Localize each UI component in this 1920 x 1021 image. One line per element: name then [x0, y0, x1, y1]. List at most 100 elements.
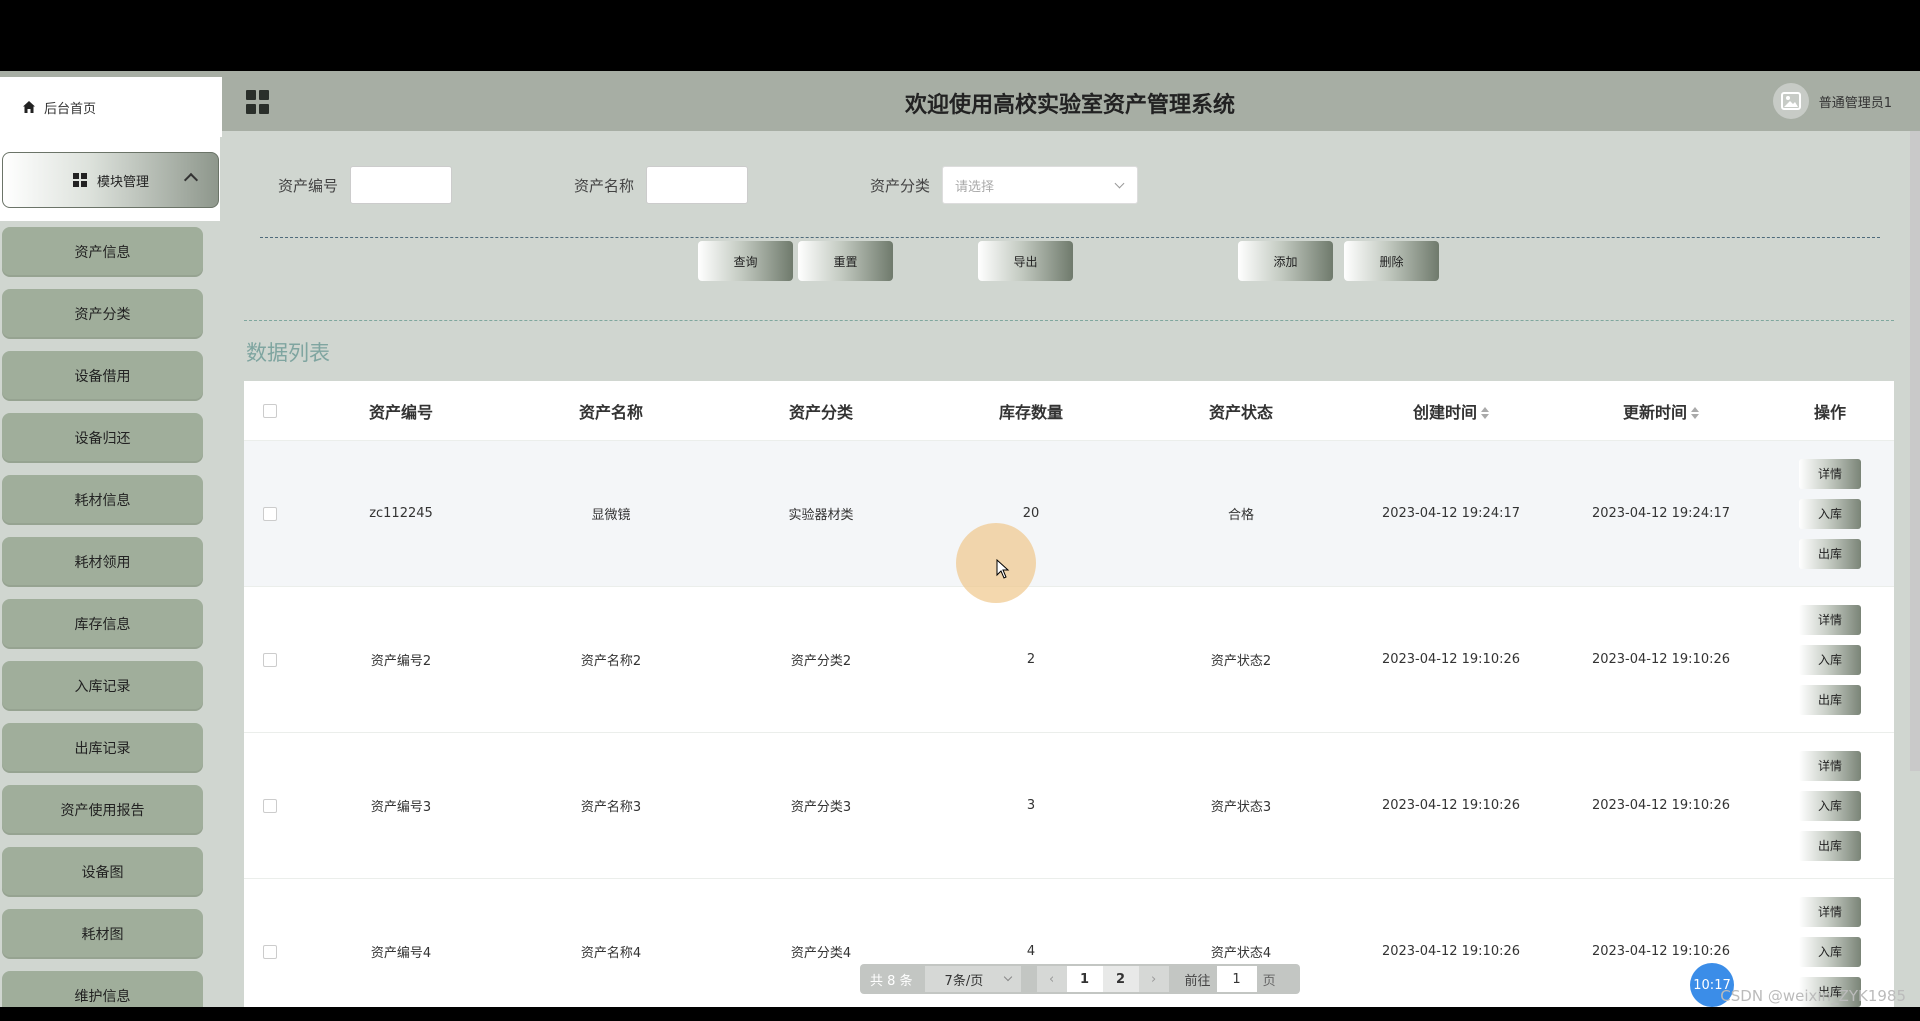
stock-out-button[interactable]: 出库	[1799, 684, 1861, 715]
sidebar-item-stock-in[interactable]: 入库记录	[2, 661, 203, 711]
sidebar-item-maintenance[interactable]: 维护信息	[2, 971, 203, 1007]
stock-in-button[interactable]: 入库	[1799, 936, 1861, 967]
sidebar-item-consumable-chart[interactable]: 耗材图	[2, 909, 203, 959]
header-created[interactable]: 创建时间	[1346, 399, 1556, 423]
category-label: 资产分类	[870, 176, 931, 195]
cell-asset-name: 显微镜	[591, 508, 631, 523]
cell-asset-no: 资产编号3	[370, 800, 432, 815]
detail-button[interactable]: 详情	[1799, 604, 1861, 635]
sidebar-item-device-borrow[interactable]: 设备借用	[2, 351, 203, 401]
select-all-checkbox[interactable]	[263, 403, 277, 418]
cell-updated: 2023-04-12 19:10:26	[1591, 944, 1731, 959]
sidebar-item-asset-info[interactable]: 资产信息	[2, 227, 203, 277]
sidebar-item-stock-out[interactable]: 出库记录	[2, 723, 203, 773]
home-link[interactable]: 后台首页	[0, 77, 222, 137]
sidebar-item-consumable-use[interactable]: 耗材领用	[2, 537, 203, 587]
header-created-label: 创建时间	[1412, 402, 1477, 422]
sidebar-item-device-return[interactable]: 设备归还	[2, 413, 203, 463]
cell-status: 资产状态2	[1210, 654, 1272, 669]
add-button[interactable]: 添加	[1238, 241, 1333, 281]
stock-out-button[interactable]: 出库	[1799, 538, 1861, 569]
cell-qty: 3	[1026, 798, 1036, 813]
module-menu-toggle[interactable]: 模块管理	[2, 152, 219, 208]
user-name: 普通管理员1	[1818, 95, 1892, 111]
cell-created: 2023-04-12 19:10:26	[1381, 944, 1521, 959]
row-actions: 详情 入库 出库	[1766, 604, 1894, 715]
query-button[interactable]: 查询	[698, 241, 793, 281]
sort-icon[interactable]	[1691, 407, 1699, 419]
category-placeholder: 请选择	[955, 179, 995, 195]
stock-out-button[interactable]: 出库	[1799, 830, 1861, 861]
header-updated[interactable]: 更新时间	[1556, 399, 1766, 423]
sidebar-item-consumable-info[interactable]: 耗材信息	[2, 475, 203, 525]
chevron-left-icon: ‹	[1048, 971, 1055, 987]
cell-qty: 4	[1026, 944, 1036, 959]
pagination: 共 8 条 7条/页 ‹ 1 2 › 前往 1 页	[860, 964, 1300, 994]
user-menu[interactable]: 普通管理员1	[1772, 83, 1892, 119]
detail-button[interactable]: 详情	[1799, 458, 1861, 489]
cell-created: 2023-04-12 19:10:26	[1381, 652, 1521, 667]
page-1-button[interactable]: 1	[1066, 966, 1103, 992]
vertical-scrollbar[interactable]	[1910, 131, 1920, 771]
cell-asset-no: 资产编号4	[370, 946, 432, 961]
delete-button[interactable]: 删除	[1344, 241, 1439, 281]
module-label: 模块管理	[97, 174, 150, 190]
row-checkbox[interactable]	[263, 506, 277, 521]
cell-status: 资产状态3	[1210, 800, 1272, 815]
sidebar-item-usage-report[interactable]: 资产使用报告	[2, 785, 203, 835]
pager-total: 共 8 条	[870, 973, 913, 989]
chevron-down-icon	[1114, 178, 1125, 189]
sort-icon[interactable]	[1481, 407, 1489, 419]
export-button[interactable]: 导出	[978, 241, 1073, 281]
asset-no-input[interactable]	[350, 166, 453, 204]
cell-qty: 20	[1022, 506, 1040, 521]
row-select-cell	[244, 506, 296, 521]
list-title: 数据列表	[246, 341, 330, 365]
asset-name-field-group: 资产名称	[574, 166, 749, 204]
stock-in-button[interactable]: 入库	[1799, 644, 1861, 675]
row-checkbox[interactable]	[263, 652, 277, 667]
sidebar-item-stock-info[interactable]: 库存信息	[2, 599, 203, 649]
chevron-down-icon	[1003, 972, 1012, 982]
cell-updated: 2023-04-12 19:24:17	[1591, 506, 1731, 521]
header-status: 资产状态	[1208, 402, 1273, 422]
cell-updated: 2023-04-12 19:10:26	[1591, 798, 1731, 813]
goto-page-input[interactable]: 1	[1216, 966, 1257, 992]
cell-category: 资产分类4	[790, 946, 852, 961]
avatar-icon	[1772, 83, 1809, 119]
stock-in-button[interactable]: 入库	[1799, 790, 1861, 821]
cell-created: 2023-04-12 19:24:17	[1381, 506, 1521, 521]
row-checkbox[interactable]	[263, 798, 277, 813]
detail-button[interactable]: 详情	[1799, 750, 1861, 781]
header-category: 资产分类	[788, 402, 853, 422]
detail-button[interactable]: 详情	[1799, 896, 1861, 927]
category-select[interactable]: 请选择	[942, 166, 1139, 204]
header-qty: 库存数量	[998, 402, 1063, 422]
divider	[260, 237, 1880, 238]
reset-button[interactable]: 重置	[798, 241, 893, 281]
cell-asset-no: zc112245	[369, 506, 433, 521]
cell-updated: 2023-04-12 19:10:26	[1591, 652, 1731, 667]
asset-no-field-group: 资产编号	[278, 166, 453, 204]
prev-page-button[interactable]: ‹	[1036, 966, 1067, 992]
app-window: 欢迎使用高校实验室资产管理系统 普通管理员1 后台首页 模块管理 资产信息 资产…	[0, 71, 1920, 1007]
asset-name-input[interactable]	[646, 166, 749, 204]
page-2-button[interactable]: 2	[1102, 966, 1139, 992]
section-divider	[244, 320, 1894, 321]
table-header: 资产编号 资产名称 资产分类 库存数量 资产状态 创建时间 更新时间 操作	[244, 381, 1894, 441]
header-updated-label: 更新时间	[1622, 402, 1687, 422]
goto-label: 前往	[1184, 973, 1211, 989]
next-page-button[interactable]: ›	[1138, 966, 1169, 992]
table-row: 资产编号3 资产名称3 资产分类3 3 资产状态3 2023-04-12 19:…	[244, 733, 1894, 879]
watermark: CSDN @weixin_ZYK1985	[1720, 987, 1906, 1005]
sidebar-item-asset-category[interactable]: 资产分类	[2, 289, 203, 339]
asset-name-label: 资产名称	[574, 176, 635, 195]
home-icon	[23, 101, 35, 113]
chevron-up-icon	[183, 172, 199, 188]
cell-status: 资产状态4	[1210, 946, 1272, 961]
page-size-select[interactable]: 7条/页	[924, 966, 1021, 992]
row-checkbox[interactable]	[263, 944, 277, 959]
sidebar-item-device-chart[interactable]: 设备图	[2, 847, 203, 897]
top-header: 欢迎使用高校实验室资产管理系统 普通管理员1	[0, 71, 1920, 131]
stock-in-button[interactable]: 入库	[1799, 498, 1861, 529]
